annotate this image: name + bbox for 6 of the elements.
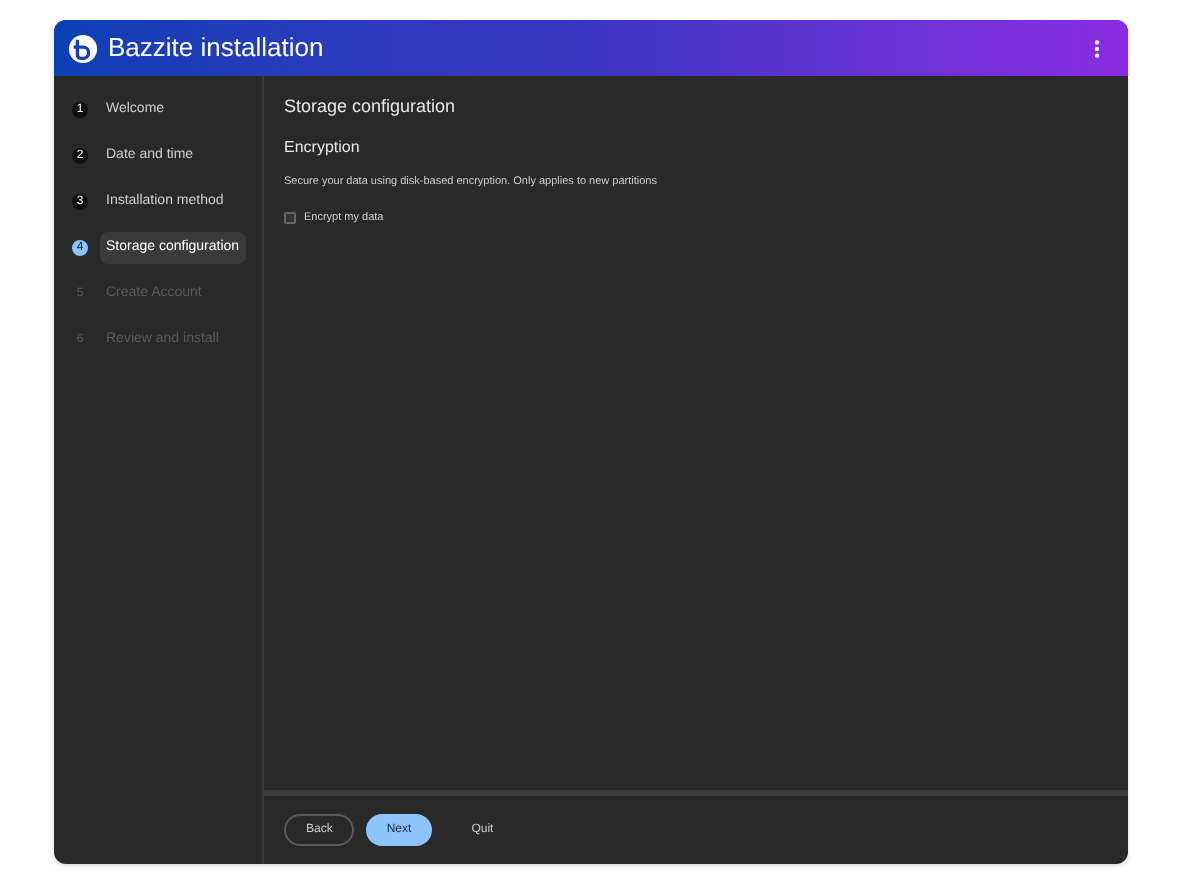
page-title: Storage configuration <box>284 94 458 120</box>
window-title: Bazzite installation <box>108 30 324 67</box>
section-title: Encryption <box>284 135 362 159</box>
logo-icon <box>68 33 98 63</box>
encrypt-checkbox[interactable] <box>284 211 296 224</box>
menu-icon[interactable] <box>1094 39 1100 57</box>
